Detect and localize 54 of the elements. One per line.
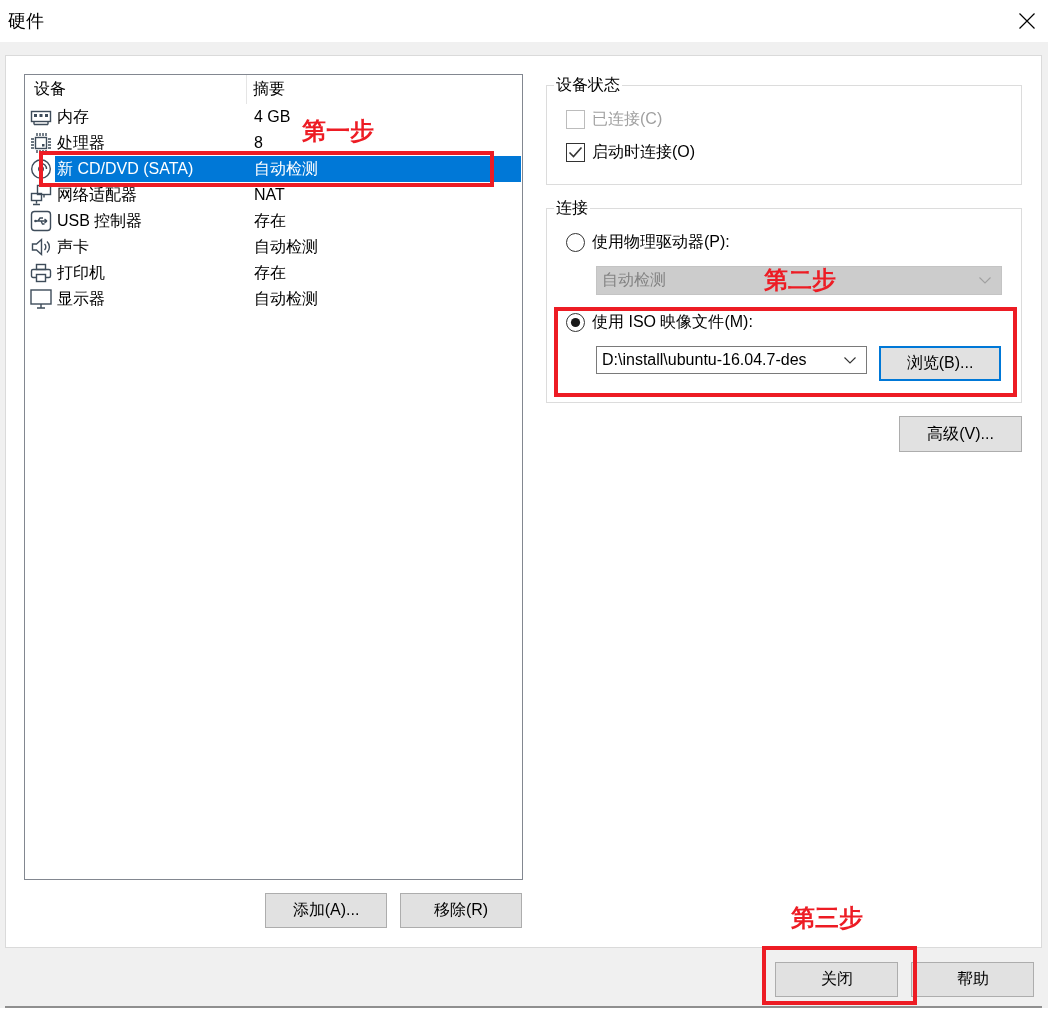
remove-button[interactable]: 移除(R) [400, 893, 522, 928]
annotation-label: 第二步 [764, 268, 836, 292]
device-summary: 存在 [253, 262, 287, 283]
device-row[interactable]: 打印机 存在 [55, 260, 288, 286]
disc-icon [30, 158, 52, 180]
device-row[interactable]: 内存 4 GB [55, 104, 293, 130]
device-name: 内存 [56, 106, 90, 127]
window-close-button[interactable] [1019, 13, 1035, 29]
group-title: 连接 [555, 198, 589, 218]
printer-icon [30, 262, 52, 284]
annotation-label: 第三步 [791, 906, 863, 930]
device-summary: 存在 [253, 210, 287, 231]
device-summary: 自动检测 [253, 288, 319, 309]
checkbox[interactable] [566, 142, 585, 162]
device-summary: 自动检测 [253, 236, 319, 257]
device-name: USB 控制器 [56, 210, 144, 231]
device-name: 处理器 [56, 132, 106, 153]
radio-label[interactable]: 使用 ISO 映像文件(M): [592, 312, 753, 332]
chevron-down-icon [979, 277, 991, 284]
close-icon [1019, 13, 1035, 29]
device-row[interactable]: 新 CD/DVD (SATA) 自动检测 [55, 156, 521, 182]
radio-label[interactable]: 使用物理驱动器(P): [592, 232, 730, 252]
device-name: 显示器 [56, 288, 106, 309]
radio-button[interactable] [566, 232, 585, 252]
speaker-icon [30, 236, 52, 258]
device-row[interactable]: 处理器 8 [55, 130, 265, 156]
device-summary: 自动检测 [253, 158, 319, 179]
annotation-label: 第一步 [302, 119, 374, 143]
close-button[interactable]: 关闭 [775, 962, 898, 997]
device-name: 新 CD/DVD (SATA) [56, 158, 195, 179]
device-row[interactable]: 网络适配器 NAT [55, 182, 287, 208]
chevron-down-icon [844, 356, 856, 364]
chip-icon [30, 132, 52, 154]
group-title: 设备状态 [555, 75, 621, 95]
iso-path-combobox[interactable]: D:\install\ubuntu-16.04.7-des [596, 346, 867, 374]
device-row[interactable]: 声卡 自动检测 [55, 234, 320, 260]
device-row[interactable]: 显示器 自动检测 [55, 286, 320, 312]
checkbox-label[interactable]: 启动时连接(O) [592, 142, 696, 162]
usb-icon [30, 210, 52, 232]
device-name: 网络适配器 [56, 184, 138, 205]
device-summary: NAT [253, 186, 286, 204]
help-button[interactable]: 帮助 [911, 962, 1034, 997]
network-icon [30, 184, 52, 206]
device-name: 声卡 [56, 236, 90, 257]
advanced-button[interactable]: 高级(V)... [899, 416, 1022, 452]
device-summary: 4 GB [253, 108, 292, 126]
radio-button[interactable] [566, 312, 585, 332]
add-button[interactable]: 添加(A)... [265, 893, 387, 928]
device-summary: 8 [253, 134, 264, 152]
device-row[interactable]: USB 控制器 存在 [55, 208, 288, 234]
browse-button[interactable]: 浏览(B)... [879, 346, 1001, 381]
window-title: 硬件 [8, 10, 44, 32]
monitor-icon [30, 288, 52, 310]
device-name: 打印机 [56, 262, 106, 283]
